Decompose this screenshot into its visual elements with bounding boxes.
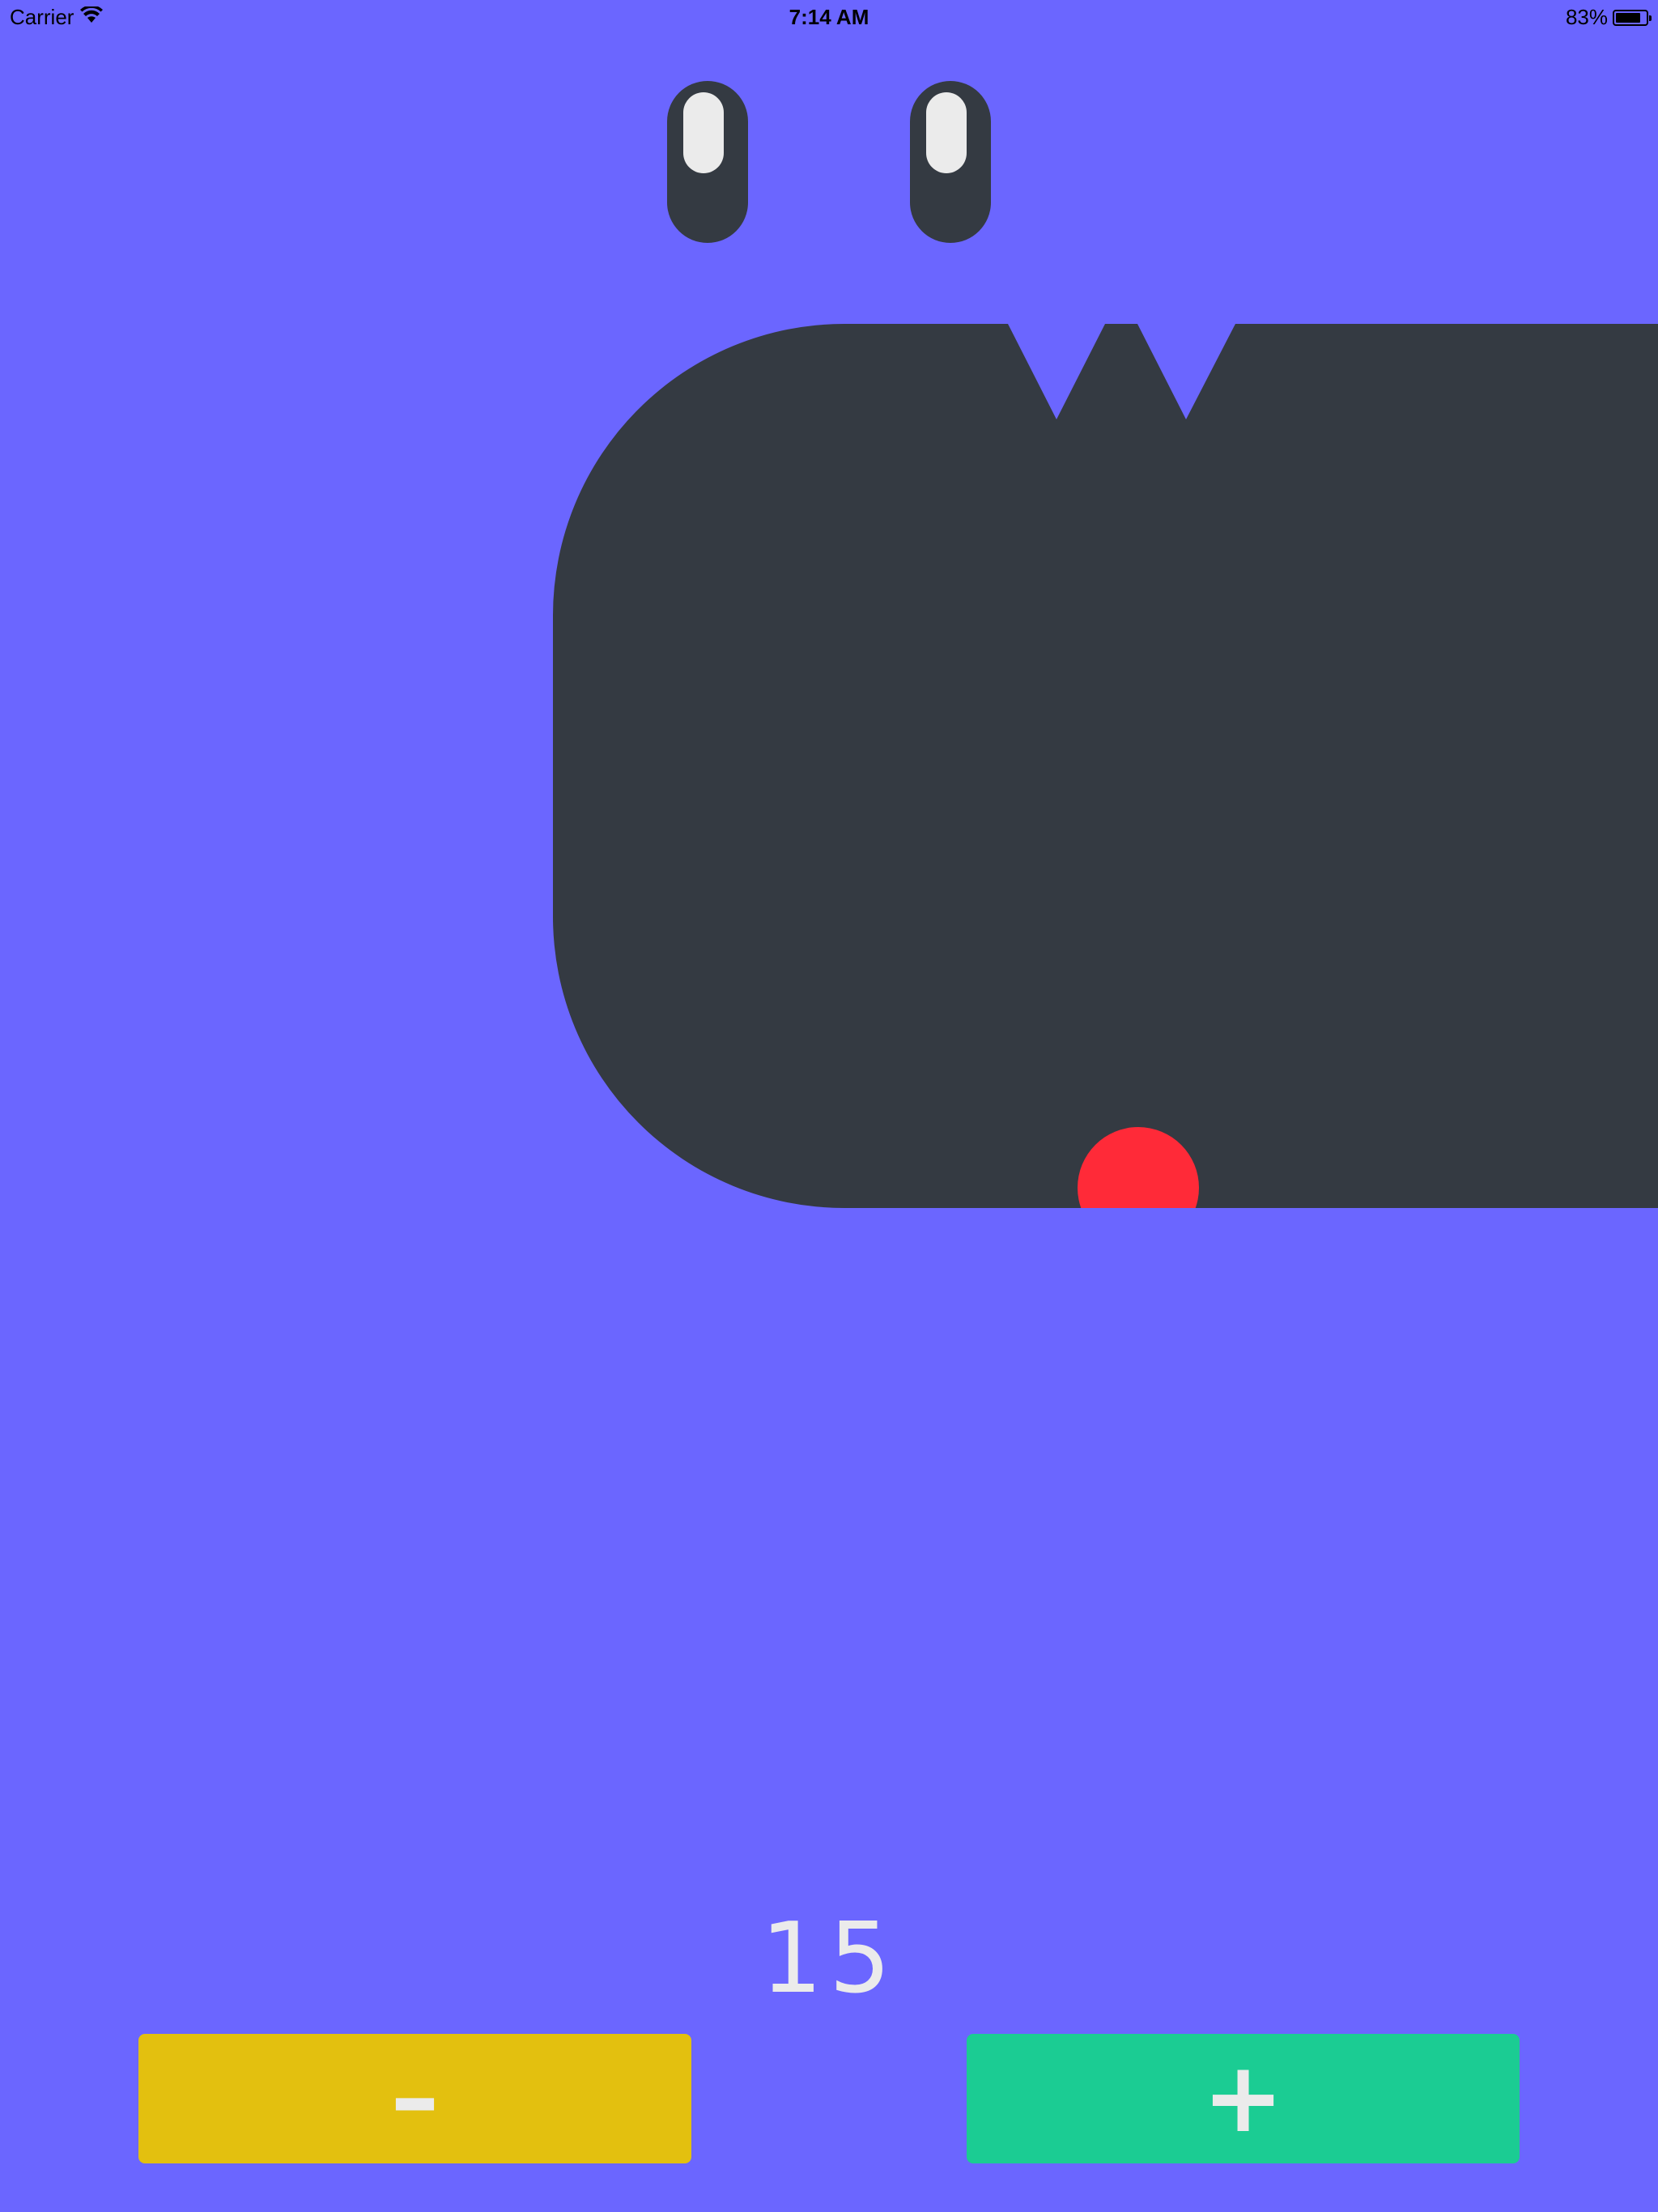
increment-button[interactable]: + — [967, 2034, 1520, 2163]
left-eye — [667, 81, 748, 243]
right-eye-highlight — [926, 92, 967, 173]
monster-mouth — [553, 324, 1658, 1208]
status-bar: Carrier 7:14 AM 83% — [0, 0, 1658, 32]
status-time: 7:14 AM — [789, 5, 869, 29]
right-eye — [910, 81, 991, 243]
tongue — [1078, 1127, 1199, 1208]
battery-level — [1616, 12, 1640, 23]
battery-percent: 83% — [1565, 5, 1608, 29]
app-screen: Carrier 7:14 AM 83% 15 – + — [0, 0, 1658, 2212]
status-right: 83% — [1565, 5, 1652, 30]
tooth-left — [1008, 324, 1105, 419]
teeth — [1008, 324, 1235, 419]
decrement-button[interactable]: – — [138, 2034, 691, 2163]
battery-icon — [1613, 9, 1652, 26]
battery-cap — [1649, 15, 1652, 21]
left-eye-highlight — [683, 92, 724, 173]
counter-value: 15 — [760, 1903, 898, 2015]
tooth-right — [1137, 324, 1235, 419]
